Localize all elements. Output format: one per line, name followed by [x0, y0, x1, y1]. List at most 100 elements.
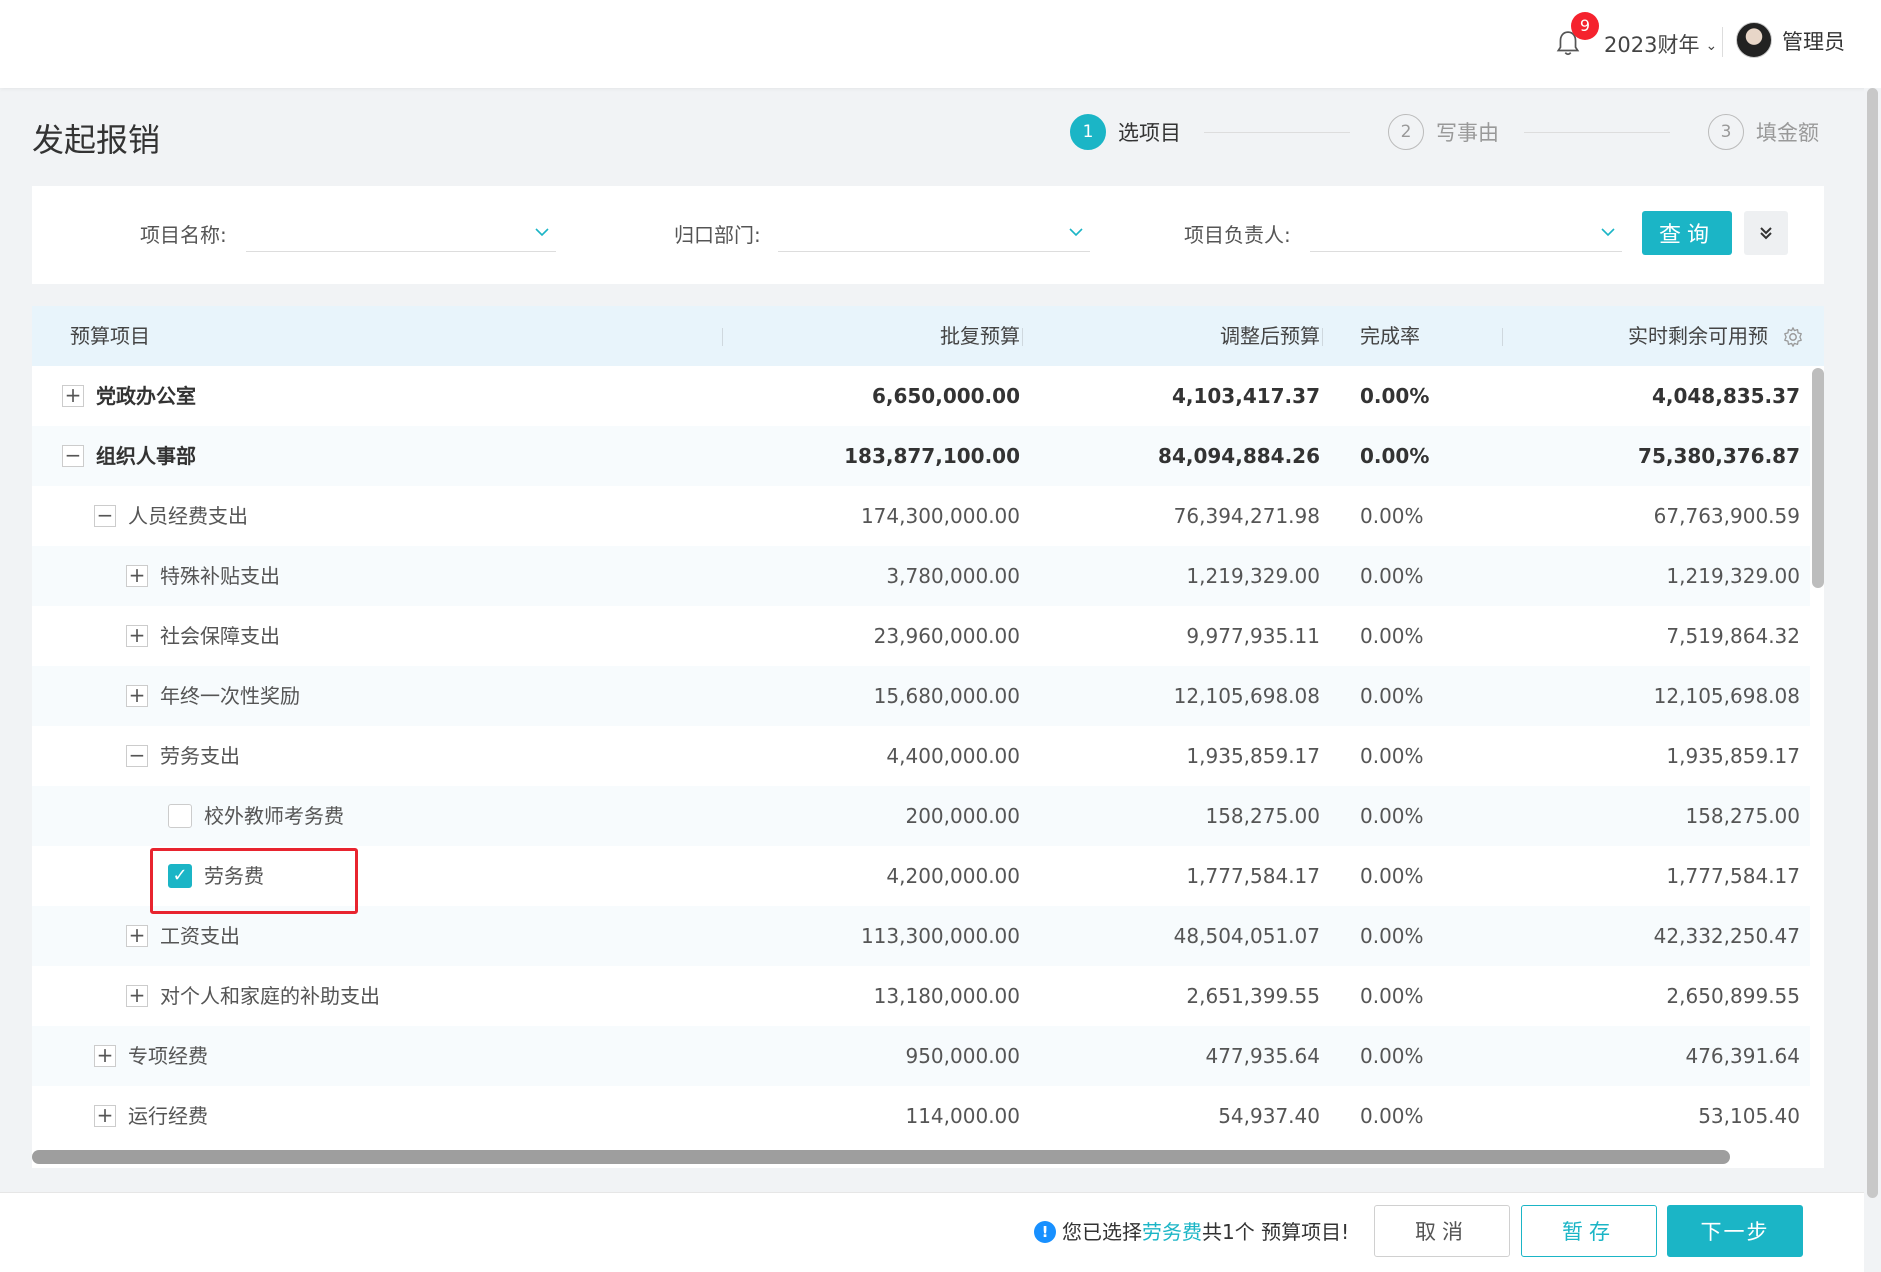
row-project-name: 劳务支出: [160, 744, 240, 768]
row-adjusted-budget: 76,394,271.98: [1173, 504, 1320, 528]
chevron-down-icon: ⌄: [1705, 38, 1718, 54]
table-row[interactable]: 校外教师考务费 200,000.00 158,275.00 0.00% 158,275.…: [32, 786, 1810, 846]
page-scrollbar[interactable]: [1864, 88, 1881, 1272]
filter-panel: 项目名称: 归口部门: 项目负责人: 查询: [32, 186, 1824, 284]
table-row[interactable]: − 劳务支出 4,400,000.00 1,935,859.17 0.00% 1,935,…: [32, 726, 1810, 786]
row-approved-budget: 6,650,000.00: [871, 384, 1020, 408]
column-divider: [722, 328, 723, 346]
expand-icon[interactable]: +: [94, 1045, 116, 1067]
expand-icon[interactable]: +: [126, 565, 148, 587]
row-approved-budget: 114,000.00: [905, 1104, 1020, 1128]
step-3-label: 填金额: [1756, 121, 1819, 145]
username[interactable]: 管理员: [1782, 27, 1845, 57]
table-row[interactable]: + 工资支出 113,300,000.00 48,504,051.07 0.00% 42,…: [32, 906, 1810, 966]
row-checkbox[interactable]: [168, 804, 192, 828]
row-approved-budget: 950,000.00: [905, 1044, 1020, 1068]
column-header-project[interactable]: 预算项目: [70, 306, 470, 366]
selection-highlight-box: [150, 848, 358, 914]
expand-icon[interactable]: +: [126, 685, 148, 707]
table-row[interactable]: + 专项经费 950,000.00 477,935.64 0.00% 476,391.64: [32, 1026, 1810, 1086]
expand-icon[interactable]: +: [126, 985, 148, 1007]
selection-message-prefix: 您已选择: [1062, 1220, 1142, 1244]
row-remaining-budget: 476,391.64: [1685, 1044, 1800, 1068]
row-remaining-budget: 1,935,859.17: [1666, 744, 1800, 768]
collapse-icon[interactable]: −: [62, 445, 84, 467]
table-horizontal-scrollbar-thumb[interactable]: [32, 1150, 1730, 1164]
step-2: 2 写事由: [1388, 112, 1499, 152]
row-approved-budget: 15,680,000.00: [873, 684, 1020, 708]
gear-icon[interactable]: [1782, 326, 1804, 348]
owner-select[interactable]: [1310, 212, 1622, 252]
row-approved-budget: 4,400,000.00: [886, 744, 1020, 768]
table-row[interactable]: + 特殊补贴支出 3,780,000.00 1,219,329.00 0.00% 1,21…: [32, 546, 1810, 606]
row-adjusted-budget: 54,937.40: [1218, 1104, 1320, 1128]
row-adjusted-budget: 477,935.64: [1205, 1044, 1320, 1068]
column-header-rate[interactable]: 完成率: [1360, 306, 1480, 366]
table-header: 预算项目 批复预算 调整后预算 完成率 实时剩余可用预: [32, 306, 1824, 366]
row-adjusted-budget: 9,977,935.11: [1186, 624, 1320, 648]
table-row[interactable]: − 组织人事部 183,877,100.00 84,094,884.26 0.00% 75…: [32, 426, 1810, 486]
row-completion-rate: 0.00%: [1360, 1104, 1424, 1128]
step-3: 3 填金额: [1708, 112, 1819, 152]
double-chevron-down-icon: [1760, 227, 1772, 240]
selected-item-name: 劳务费: [1142, 1220, 1202, 1244]
row-approved-budget: 3,780,000.00: [886, 564, 1020, 588]
collapse-icon[interactable]: −: [94, 505, 116, 527]
column-header-adjusted[interactable]: 调整后预算: [1032, 306, 1320, 366]
row-project-name: 运行经费: [128, 1104, 208, 1128]
avatar[interactable]: [1736, 22, 1772, 58]
table-vertical-scrollbar[interactable]: [1812, 368, 1824, 1146]
row-approved-budget: 13,180,000.00: [873, 984, 1020, 1008]
fiscal-year-label: 2023财年: [1604, 33, 1700, 57]
table-horizontal-scrollbar[interactable]: [32, 1150, 1824, 1164]
step-2-label: 写事由: [1436, 121, 1499, 145]
expand-icon[interactable]: +: [94, 1105, 116, 1127]
expand-icon[interactable]: +: [126, 925, 148, 947]
table-row[interactable]: − 人员经费支出 174,300,000.00 76,394,271.98 0.00% 6…: [32, 486, 1810, 546]
row-project-name: 组织人事部: [96, 444, 196, 468]
project-name-select[interactable]: [246, 212, 556, 252]
column-divider: [1322, 328, 1323, 346]
expand-icon[interactable]: +: [126, 625, 148, 647]
save-draft-button[interactable]: 暂存: [1521, 1205, 1657, 1257]
table-row[interactable]: + 运行经费 114,000.00 54,937.40 0.00% 53,105.40: [32, 1086, 1810, 1146]
query-button[interactable]: 查询: [1642, 211, 1732, 255]
next-step-button[interactable]: 下一步: [1667, 1205, 1803, 1257]
row-completion-rate: 0.00%: [1360, 924, 1424, 948]
expand-icon[interactable]: +: [62, 385, 84, 407]
table-row[interactable]: + 党政办公室 6,650,000.00 4,103,417.37 0.00% 4,048…: [32, 366, 1810, 426]
row-adjusted-budget: 12,105,698.08: [1173, 684, 1320, 708]
row-project-name: 社会保障支出: [160, 624, 280, 648]
column-header-approved[interactable]: 批复预算: [732, 306, 1020, 366]
step-connector: [1524, 132, 1670, 133]
row-remaining-budget: 4,048,835.37: [1651, 384, 1800, 408]
row-adjusted-budget: 1,777,584.17: [1186, 864, 1320, 888]
column-header-remaining[interactable]: 实时剩余可用预: [1628, 306, 1771, 366]
owner-label: 项目负责人:: [1184, 223, 1291, 247]
selection-message-suffix: 共1个 预算项目!: [1202, 1220, 1350, 1244]
row-project-name: 党政办公室: [96, 384, 196, 408]
table-body: + 党政办公室 6,650,000.00 4,103,417.37 0.00% 4,048…: [32, 366, 1810, 1146]
footer-bar: ! 您已选择劳务费共1个 预算项目! 取消 暂存 下一步: [0, 1192, 1864, 1272]
page-scrollbar-thumb[interactable]: [1867, 88, 1878, 1198]
collapse-icon[interactable]: −: [126, 745, 148, 767]
row-project-name: 人员经费支出: [128, 504, 248, 528]
expand-filter-button[interactable]: [1744, 211, 1788, 255]
row-remaining-budget: 12,105,698.08: [1653, 684, 1800, 708]
row-remaining-budget: 2,650,899.55: [1666, 984, 1800, 1008]
cancel-button[interactable]: 取消: [1374, 1205, 1510, 1257]
table-vertical-scrollbar-thumb[interactable]: [1812, 368, 1824, 588]
row-project-name: 年终一次性奖励: [160, 684, 300, 708]
row-approved-budget: 23,960,000.00: [873, 624, 1020, 648]
department-select[interactable]: [778, 212, 1090, 252]
table-row[interactable]: + 对个人和家庭的补助支出 13,180,000.00 2,651,399.55 0.0…: [32, 966, 1810, 1026]
row-adjusted-budget: 1,219,329.00: [1186, 564, 1320, 588]
fiscal-year-dropdown[interactable]: 2023财年 ⌄: [1604, 30, 1717, 60]
selection-message: 您已选择劳务费共1个 预算项目!: [1062, 1217, 1349, 1247]
table-row[interactable]: + 社会保障支出 23,960,000.00 9,977,935.11 0.00% 7,5…: [32, 606, 1810, 666]
page-title: 发起报销: [32, 121, 161, 159]
step-3-number: 3: [1708, 114, 1744, 150]
column-divider: [1022, 328, 1023, 346]
table-row[interactable]: + 年终一次性奖励 15,680,000.00 12,105,698.08 0.00% 1…: [32, 666, 1810, 726]
step-connector: [1204, 132, 1350, 133]
